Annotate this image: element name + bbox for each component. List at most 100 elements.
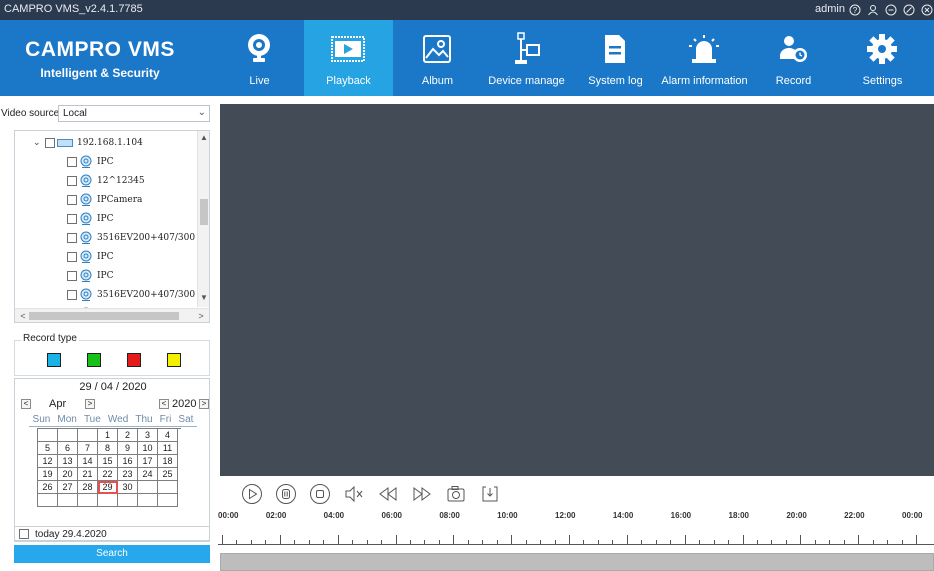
tree-checkbox[interactable]: [67, 232, 77, 243]
play-icon[interactable]: [240, 482, 264, 506]
record-icon: [776, 32, 810, 66]
tree-checkbox[interactable]: [67, 289, 77, 300]
user-name[interactable]: admin: [815, 3, 845, 15]
calendar-day[interactable]: 27: [58, 481, 78, 494]
download-icon[interactable]: [478, 482, 502, 506]
timeline[interactable]: 00:00 02:00 04:00 06:00 08:00 10:00 12:00 14:00…: [216, 509, 934, 571]
tree-item[interactable]: IPCamera: [67, 190, 142, 209]
calendar-day[interactable]: 1: [98, 429, 118, 442]
calendar-day[interactable]: 13: [58, 455, 78, 468]
tree-checkbox[interactable]: [67, 194, 77, 205]
close-icon[interactable]: [920, 1, 934, 19]
rewind-icon[interactable]: [376, 482, 400, 506]
record-type-swatch[interactable]: [47, 353, 61, 367]
pause-icon[interactable]: [274, 482, 298, 506]
user-icon[interactable]: [866, 1, 880, 19]
calendar-day[interactable]: 5: [38, 442, 58, 455]
tree-item[interactable]: IPC: [67, 209, 114, 228]
mute-icon[interactable]: [342, 482, 366, 506]
tree-checkbox[interactable]: [67, 213, 77, 224]
today-option[interactable]: today 29.4.2020: [14, 526, 210, 542]
calendar-day[interactable]: 6: [58, 442, 78, 455]
scroll-thumb[interactable]: [200, 199, 208, 225]
calendar-day[interactable]: 30: [118, 481, 138, 494]
tree-checkbox[interactable]: [67, 156, 77, 167]
scroll-left-icon[interactable]: <: [17, 309, 29, 322]
nav-alarm-information[interactable]: Alarm information: [660, 20, 749, 96]
timeline-tick: [337, 535, 339, 545]
calendar-day[interactable]: 24: [138, 468, 158, 481]
calendar-day[interactable]: 19: [38, 468, 58, 481]
tree-checkbox[interactable]: [67, 270, 77, 281]
prev-year-button[interactable]: <: [159, 399, 169, 409]
tree-vertical-scrollbar[interactable]: ▲ ▼: [197, 131, 209, 307]
calendar-day[interactable]: 12: [38, 455, 58, 468]
scroll-right-icon[interactable]: >: [195, 309, 207, 322]
header: CAMPRO VMS Intelligent & Security Live P…: [0, 20, 934, 96]
calendar-day[interactable]: 29: [98, 481, 118, 494]
calendar-day[interactable]: 25: [158, 468, 178, 481]
record-type-swatch[interactable]: [127, 353, 141, 367]
help-icon[interactable]: ?: [848, 1, 862, 19]
tree-checkbox[interactable]: [67, 251, 77, 262]
tree-checkbox[interactable]: [67, 175, 77, 186]
nav-playback[interactable]: Playback: [304, 20, 393, 96]
tree-horizontal-scrollbar[interactable]: < >: [15, 308, 209, 322]
calendar-day[interactable]: 28: [78, 481, 98, 494]
calendar-day[interactable]: 7: [78, 442, 98, 455]
calendar-day[interactable]: 11: [158, 442, 178, 455]
calendar-day[interactable]: 10: [138, 442, 158, 455]
calendar-day[interactable]: 22: [98, 468, 118, 481]
next-month-button[interactable]: >: [85, 399, 95, 409]
fast-forward-icon[interactable]: [410, 482, 434, 506]
video-source-select[interactable]: Local ⌄: [58, 105, 210, 122]
calendar-day[interactable]: 21: [78, 468, 98, 481]
scroll-thumb[interactable]: [29, 312, 179, 320]
calendar-day[interactable]: 3: [138, 429, 158, 442]
minimize-icon[interactable]: [884, 1, 898, 19]
tree-item[interactable]: IPC: [67, 247, 114, 266]
prev-month-button[interactable]: <: [21, 399, 31, 409]
nav-settings[interactable]: Settings: [838, 20, 927, 96]
calendar-day[interactable]: 14: [78, 455, 98, 468]
scroll-down-icon[interactable]: ▼: [198, 293, 209, 305]
calendar-day[interactable]: 23: [118, 468, 138, 481]
calendar-day[interactable]: 16: [118, 455, 138, 468]
calendar-day[interactable]: 17: [138, 455, 158, 468]
nav-live[interactable]: Live: [215, 20, 304, 96]
search-button[interactable]: Search: [14, 545, 210, 563]
next-year-button[interactable]: >: [199, 399, 209, 409]
scroll-up-icon[interactable]: ▲: [198, 133, 209, 145]
today-checkbox[interactable]: [19, 529, 29, 539]
tree-item[interactable]: 3516EV200+407/300: [67, 228, 195, 247]
timeline-track[interactable]: [220, 553, 934, 571]
tree-item[interactable]: IPC: [67, 152, 114, 171]
snapshot-icon[interactable]: [444, 482, 468, 506]
tree-root-row[interactable]: ⌄ 192.168.1.104: [33, 133, 143, 152]
nav-system-log[interactable]: System log: [571, 20, 660, 96]
stop-icon[interactable]: [308, 482, 332, 506]
record-type-swatch[interactable]: [167, 353, 181, 367]
maximize-icon[interactable]: [902, 1, 916, 19]
nav-device-manage[interactable]: Device manage: [482, 20, 571, 96]
tree-item[interactable]: 3516EV200+407/300: [67, 285, 195, 304]
calendar-day[interactable]: 26: [38, 481, 58, 494]
tree-checkbox[interactable]: [45, 137, 55, 148]
calendar-day[interactable]: 20: [58, 468, 78, 481]
chevron-down-icon[interactable]: ⌄: [33, 138, 45, 148]
calendar-day[interactable]: 4: [158, 429, 178, 442]
video-display[interactable]: [220, 104, 934, 476]
record-type-swatch[interactable]: [87, 353, 101, 367]
timeline-ruler[interactable]: [218, 533, 934, 547]
tree-item[interactable]: 12^12345: [67, 171, 145, 190]
calendar-empty-cell: [138, 494, 158, 507]
calendar-day[interactable]: 2: [118, 429, 138, 442]
calendar-day[interactable]: 8: [98, 442, 118, 455]
calendar-day[interactable]: 18: [158, 455, 178, 468]
nav-record[interactable]: Record: [749, 20, 838, 96]
tree-item[interactable]: IPC: [67, 266, 114, 285]
calendar-day[interactable]: 9: [118, 442, 138, 455]
nav-album[interactable]: Album: [393, 20, 482, 96]
calendar-day[interactable]: 15: [98, 455, 118, 468]
device-tree[interactable]: ⌄ 192.168.1.104 IPC 12^12345 IPCamera IPC 35…: [14, 130, 210, 323]
